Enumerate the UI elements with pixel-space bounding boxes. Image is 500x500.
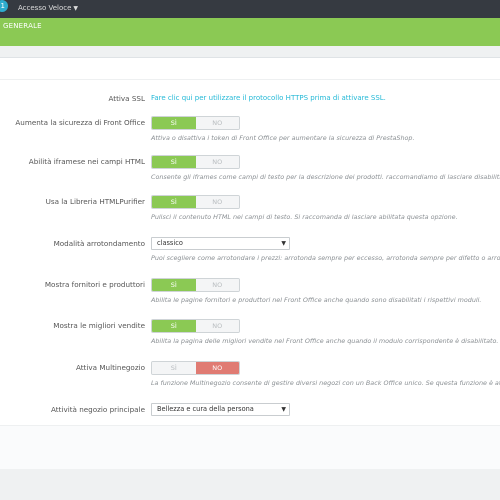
ssl-label: Attiva SSL — [108, 94, 146, 103]
tab-general[interactable]: GENERALE — [3, 22, 42, 30]
bestsales-no[interactable]: NO — [195, 320, 239, 332]
bestsales-switch[interactable]: SÌ NO — [151, 319, 240, 333]
iframes-switch[interactable]: SÌ NO — [151, 155, 240, 169]
iframes-yes[interactable]: SÌ — [152, 156, 196, 168]
iframes-help: Consente gli iframes come campi di testo… — [151, 173, 500, 181]
front-security-no[interactable]: NO — [195, 117, 239, 129]
select-arrow-icon: ▼ — [281, 240, 286, 247]
quick-access-menu[interactable]: Accesso Veloce ▼ — [18, 4, 78, 12]
htmlpurifier-no[interactable]: NO — [195, 196, 239, 208]
suppliers-no[interactable]: NO — [195, 279, 239, 291]
rounding-select[interactable]: classico ▼ — [151, 237, 290, 250]
top-navbar: 1 Accesso Veloce ▼ — [0, 0, 500, 18]
quick-access-label: Accesso Veloce — [18, 4, 72, 12]
select-arrow-icon: ▼ — [281, 406, 286, 413]
main-activity-select[interactable]: Bellezza e cura della persona ▼ — [151, 403, 290, 416]
iframes-label: Abilità iframese nei campi HTML — [28, 157, 145, 166]
main-activity-label: Attività negozio principale — [51, 405, 145, 414]
multistore-help: La funzione Multinegozio consente di ges… — [151, 379, 500, 387]
panel-heading — [0, 58, 500, 80]
bestsales-help: Abilita la pagina delle migliori vendite… — [151, 337, 499, 345]
general-settings-panel: Attiva SSL Fare clic qui per utilizzare … — [0, 57, 500, 469]
rounding-label: Modalità arrotondamento — [53, 239, 145, 248]
multistore-yes[interactable]: SÌ — [152, 362, 196, 374]
front-security-help: Attiva o disattiva i token di Front Offi… — [151, 134, 415, 142]
multistore-label: Attiva Multinegozio — [75, 363, 145, 372]
multistore-switch[interactable]: SÌ NO — [151, 361, 240, 375]
front-security-label: Aumenta la sicurezza di Front Office — [15, 118, 145, 127]
iframes-no[interactable]: NO — [195, 156, 239, 168]
suppliers-help: Abilita le pagine fornitori e produttori… — [151, 296, 482, 304]
front-security-switch[interactable]: SÌ NO — [151, 116, 240, 130]
suppliers-switch[interactable]: SÌ NO — [151, 278, 240, 292]
ssl-https-link[interactable]: Fare clic qui per utilizzare il protocol… — [151, 94, 386, 102]
notification-badge[interactable]: 1 — [0, 0, 8, 12]
htmlpurifier-help: Pulisci il contenuto HTML nei campi di t… — [151, 213, 458, 221]
bestsales-label: Mostra le migliori vendite — [53, 321, 145, 330]
htmlpurifier-switch[interactable]: SÌ NO — [151, 195, 240, 209]
suppliers-yes[interactable]: SÌ — [152, 279, 196, 291]
caret-down-icon: ▼ — [73, 5, 79, 12]
rounding-selected: classico — [157, 239, 183, 247]
suppliers-label: Mostra fornitori e produttori — [44, 280, 145, 289]
main-activity-selected: Bellezza e cura della persona — [157, 405, 254, 413]
rounding-help: Puoi scegliere come arrotondare i prezzi… — [151, 254, 500, 262]
front-security-yes[interactable]: SÌ — [152, 117, 196, 129]
htmlpurifier-yes[interactable]: SÌ — [152, 196, 196, 208]
panel-footer — [0, 425, 500, 469]
tab-bar: GENERALE — [0, 18, 500, 46]
bestsales-yes[interactable]: SÌ — [152, 320, 196, 332]
multistore-no[interactable]: NO — [195, 362, 239, 374]
htmlpurifier-label: Usa la Libreria HTMLPurifier — [45, 197, 145, 206]
